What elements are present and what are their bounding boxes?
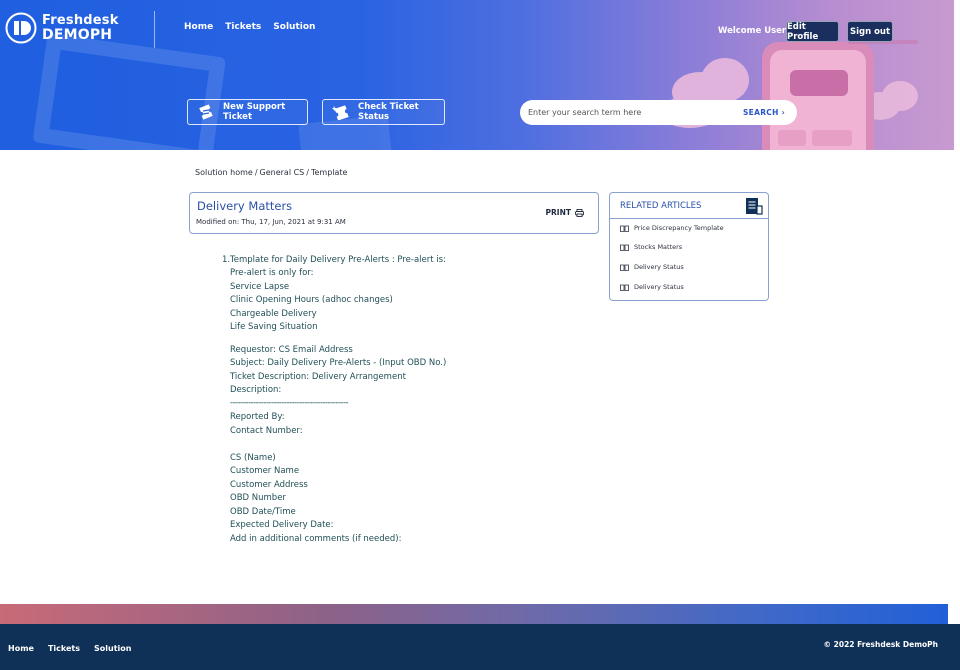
footer-nav-tickets[interactable]: Tickets [48,644,80,653]
footer-nav: Home Tickets Solution [8,644,131,653]
breadcrumb-template: Template [310,168,348,177]
breadcrumb-separator: / [306,168,309,177]
article-line: Chargeable Delivery [230,309,317,319]
welcome-text: Welcome User [718,26,787,36]
search-bar: SEARCH › [520,100,797,125]
related-article-link: Price Discrepancy Template [634,224,724,232]
new-support-ticket-label: New Support Ticket [223,102,286,122]
article-line: Reported By: [230,412,285,422]
related-article-link: Delivery Status [634,283,684,291]
article-header: Delivery Matters Modified on: Thu, 17, J… [189,192,599,234]
print-button[interactable]: PRINT [546,208,584,217]
article-line: CS (Name) [230,453,276,463]
hero-header: Freshdesk DEMOPH Home Tickets Solution W… [0,0,954,150]
check-ticket-status-label: Check Ticket Status [358,102,419,122]
copyright-text: © 2022 Freshdesk DemoPh [823,640,938,649]
logo-text: Freshdesk DEMOPH [42,13,119,43]
book-icon [620,244,629,251]
book-icon [620,264,629,271]
top-nav: Home Tickets Solution [184,22,315,32]
article-line: Requestor: CS Email Address [230,345,353,355]
new-support-ticket-button[interactable]: New Support Ticket [187,99,308,125]
related-article-item[interactable]: Stocks Matters [620,243,682,251]
footer-gradient-band [0,604,948,624]
breadcrumb-solution-home[interactable]: Solution home [195,168,253,177]
ticket-icon [199,104,213,120]
related-article-item[interactable]: Delivery Status [620,263,684,271]
breadcrumb-general-cs[interactable]: General CS [260,168,305,177]
article-line: Expected Delivery Date: [230,520,334,530]
article-title: Delivery Matters [197,199,293,213]
list-number: 1. [222,255,231,265]
related-articles-panel: RELATED ARTICLES Price Discrepancy Templ… [609,192,769,301]
search-input[interactable] [528,108,743,117]
printer-icon [575,208,584,217]
article-line: Customer Address [230,480,308,490]
logo-demo: DEMO [42,27,90,43]
related-article-link: Stocks Matters [634,243,683,251]
freshdesk-logo[interactable]: Freshdesk DEMOPH [4,11,119,45]
edit-profile-button[interactable]: Edit Profile [786,21,839,42]
search-button-label: SEARCH [742,108,779,117]
check-ticket-status-button[interactable]: Check Ticket Status [322,99,445,125]
header-divider [154,11,155,48]
article-line: Customer Name [230,466,300,476]
nav-home[interactable]: Home [184,22,213,32]
related-articles-title: RELATED ARTICLES [620,201,702,211]
article-line: Service Lapse [230,282,290,292]
article-line: Life Saving Situation [230,322,318,332]
search-button[interactable]: SEARCH › [743,108,785,117]
article-line: OBD Date/Time [230,507,296,517]
document-icon [746,198,763,215]
breadcrumb: Solution home / General CS / Template [195,168,347,177]
related-article-item[interactable]: Delivery Status [620,283,684,291]
article-line: Pre-alert is only for: [230,268,314,278]
article-line: Ticket Description: Delivery Arrangement [230,372,406,382]
nav-tickets[interactable]: Tickets [225,22,261,32]
article-line: Contact Number: [230,426,303,436]
footer-nav-solution[interactable]: Solution [94,644,131,653]
related-articles-header: RELATED ARTICLES [610,193,768,219]
article-divider-line: ----------------------------------------… [230,398,349,408]
chevron-right-icon: › [781,108,785,117]
article-line: OBD Number [230,493,286,503]
page: Freshdesk DEMOPH Home Tickets Solution W… [0,0,960,670]
article-modified-date: Modified on: Thu, 17, Jun, 2021 at 9:31 … [196,218,346,226]
article-line: Subject: Daily Delivery Pre-Alerts - (In… [230,358,447,368]
related-article-item[interactable]: Price Discrepancy Template [620,224,724,232]
article-line: Description: [230,385,282,395]
article-line: Template for Daily Delivery Pre-Alerts :… [230,255,446,265]
sign-out-button[interactable]: Sign out [847,21,893,42]
logo-line-2: DEMOPH [42,28,119,42]
article-line: Clinic Opening Hours (adhoc changes) [230,295,393,305]
footer-nav-home[interactable]: Home [8,644,34,653]
logo-ph: PH [89,27,113,43]
ticket-check-icon [332,105,349,120]
footer: Home Tickets Solution © 2022 Freshdesk D… [0,624,960,670]
book-icon [620,225,629,232]
related-article-link: Delivery Status [634,263,684,271]
logo-mark-icon [5,12,37,44]
article-line: Add in additional comments (if needed): [230,534,402,544]
print-label: PRINT [545,208,571,217]
nav-solution[interactable]: Solution [273,22,315,32]
breadcrumb-separator: / [254,168,258,177]
logo-line-1: Freshdesk [42,13,119,28]
book-icon [620,284,629,291]
